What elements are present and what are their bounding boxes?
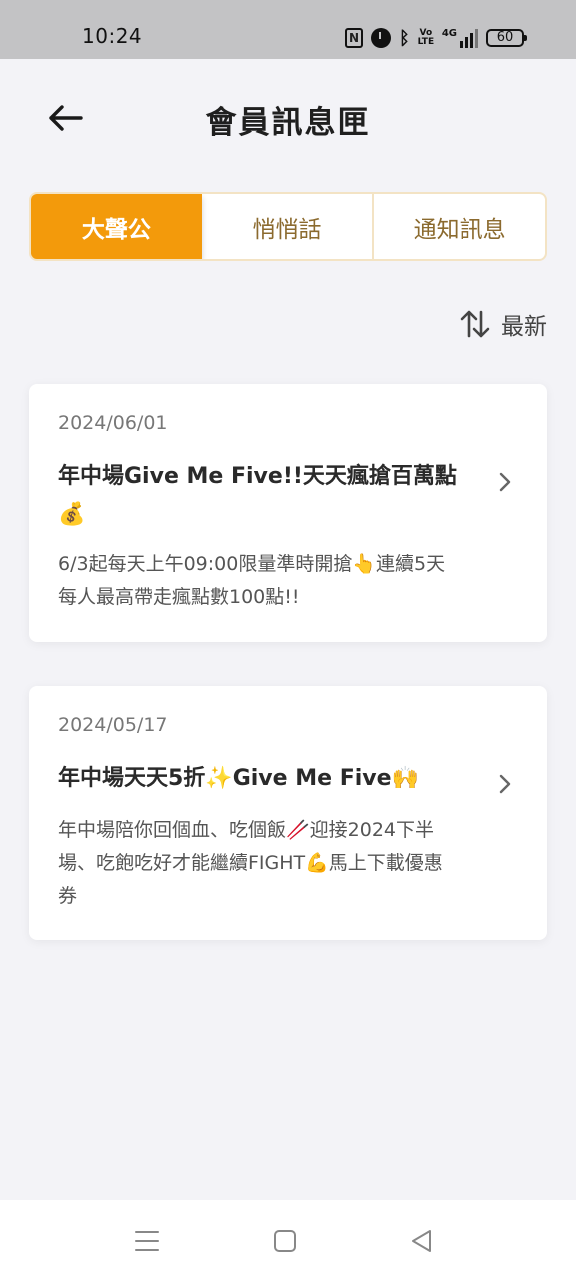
recent-apps-button[interactable] [132,1226,162,1256]
message-title: 年中場天天5折✨Give Me Five🙌 [58,766,419,791]
status-time: 10:24 [82,24,143,48]
bluetooth-icon: ᛒ [399,27,410,49]
header: 會員訊息匣 [0,59,576,179]
tab-bar: 大聲公 悄悄話 通知訊息 [29,192,547,261]
signal-icon: 4G [442,28,478,48]
sort-label: 最新 [501,314,547,340]
message-card[interactable]: 2024/05/17 年中場天天5折✨Give Me Five🙌 年中場陪你回個… [29,686,547,940]
message-body: 6/3起每天上午09:00限量準時開搶👆連續5天每人最高帶走瘋點數100點!! [58,553,446,608]
tab-announcements[interactable]: 大聲公 [31,194,202,259]
tab-private-messages[interactable]: 悄悄話 [202,194,375,259]
chevron-right-icon [499,774,511,794]
message-date: 2024/06/01 [58,412,168,434]
status-bar: 10:24 N ᛒ Vo LTE 4G 60 [0,0,576,59]
volte-icon: Vo LTE [417,28,435,47]
page-title: 會員訊息匣 [205,105,371,141]
network-type-label: 4G [441,28,457,39]
tab-notifications[interactable]: 通知訊息 [374,194,545,259]
sort-arrows-icon [460,310,490,338]
home-button[interactable] [270,1226,300,1256]
alarm-icon [371,28,392,48]
home-square-icon [274,1230,296,1252]
nfc-icon: N [345,28,364,48]
message-body: 年中場陪你回個血、吃個飯🥢迎接2024下半場、吃飽吃好才能繼續FIGHT💪馬上下… [58,819,443,907]
message-card[interactable]: 2024/06/01 年中場Give Me Five!!天天瘋搶百萬點💰 6/3… [29,384,547,642]
system-back-button[interactable] [407,1226,437,1256]
back-triangle-icon [412,1230,431,1252]
message-title: 年中場Give Me Five!!天天瘋搶百萬點💰 [58,464,457,527]
menu-icon [135,1231,159,1251]
message-date: 2024/05/17 [58,714,168,736]
sort-button[interactable]: 最新 [459,304,547,344]
battery-icon: 60 [486,29,527,47]
status-icons: N ᛒ Vo LTE 4G 60 [345,26,527,50]
system-nav-bar [0,1200,576,1280]
chevron-right-icon [499,472,511,492]
